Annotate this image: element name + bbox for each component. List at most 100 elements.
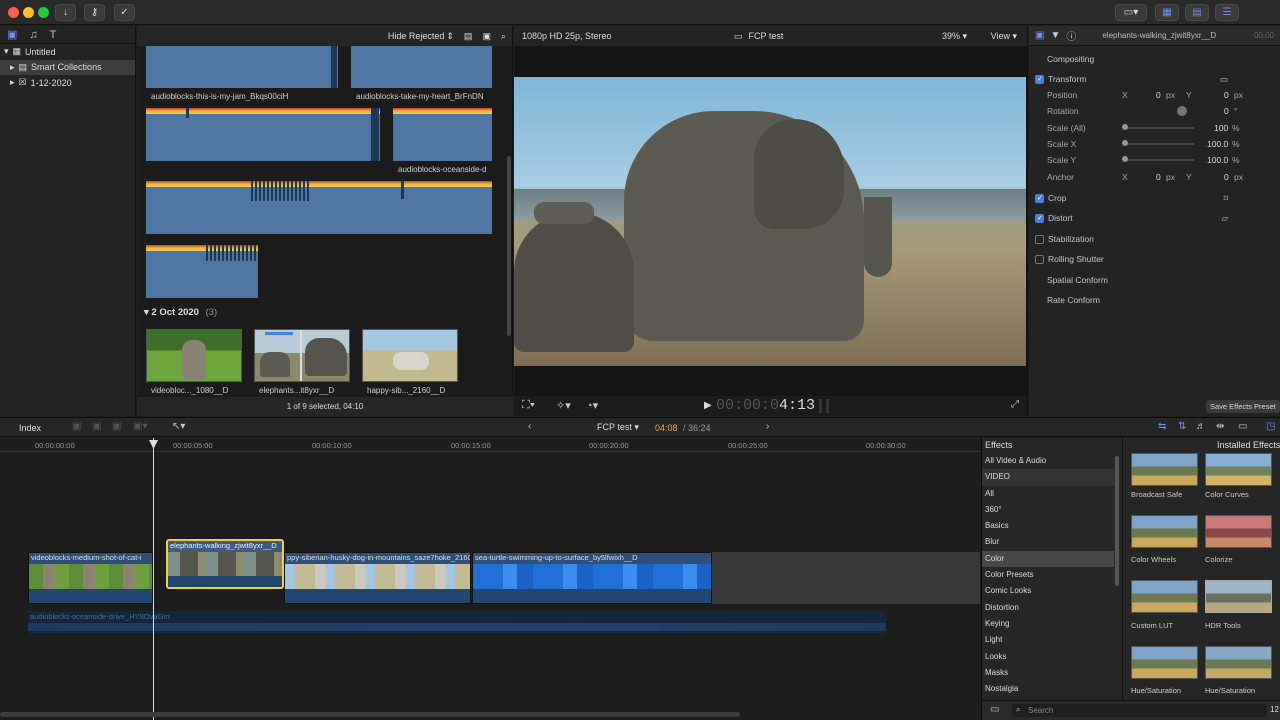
scale-all-value[interactable]: 100 [1214,123,1228,133]
effects-category[interactable]: All [982,486,1114,502]
video-clip-thumbnail[interactable] [362,329,458,382]
workspace-button[interactable]: ▭▾ [1115,4,1147,21]
effects-category-selected[interactable]: Color [982,550,1114,568]
disclosure-right-icon[interactable]: ▸ [10,77,15,88]
timeline-ruler[interactable]: 00:00:00:00 00:00:05:00 00:00:10:00 00:0… [0,438,980,452]
audio-clip-thumbnail[interactable] [146,245,271,298]
effect-tile[interactable] [1205,453,1272,486]
rolling-shutter-section[interactable]: Rolling Shutter [1029,251,1280,267]
effect-tile[interactable] [1131,646,1198,679]
effects-category[interactable]: 360° [982,502,1114,518]
timeline-clip[interactable]: ppy-siberian-husky-dog-in-mountains_saze… [284,552,471,604]
timeline-clip[interactable]: videoblocks-medium-shot-of-cat-i [28,552,153,604]
audio-clip-thumbnail[interactable] [393,108,492,161]
transform-checkbox[interactable] [1035,74,1044,84]
effects-category[interactable]: Looks [982,649,1114,665]
view-popup[interactable]: View ▾ [991,31,1017,42]
enhance-tool-icon[interactable]: ✧▾ [556,399,571,412]
clip-appearance-icon[interactable]: ▭ [1238,421,1247,432]
timeline-toggle-button[interactable]: ▤ [1185,4,1209,21]
audio-clip-thumbnail[interactable] [351,46,492,88]
video-clip-thumbnail[interactable] [146,329,242,382]
connect-clip-icon[interactable]: ▣ [72,421,81,432]
photos-audio-tab-icon[interactable]: ♫ [29,29,37,41]
titles-generators-tab-icon[interactable]: T [50,29,57,41]
audio-clip-thumbnail[interactable] [146,46,338,88]
distort-onscreen-icon[interactable]: ▱ [1221,213,1228,224]
effect-tile[interactable] [1131,515,1198,548]
disclosure-down-icon[interactable]: ▾ [4,46,9,57]
disclosure-right-icon[interactable]: ▸ [10,62,15,73]
insert-clip-icon[interactable]: ▣ [92,421,101,432]
rotation-dial[interactable] [1177,106,1187,116]
scale-x-value[interactable]: 100.0 [1207,139,1228,149]
audio-clip[interactable]: audioblocks-oceanside-drive_HY8OvaGm [28,611,886,633]
scale-x-slider[interactable] [1124,143,1194,145]
scale-x-slider-knob[interactable] [1122,140,1128,146]
viewer-video-frame[interactable] [514,77,1026,366]
library-item-event[interactable]: ▸ ☒ 1-12-2020 [0,75,135,91]
browser-toggle-button[interactable]: ▦ [1155,4,1179,21]
audio-clip-thumbnail[interactable] [146,108,380,161]
zoom-popup[interactable]: 39% ▾ [942,31,967,42]
effects-category[interactable]: Color Presets [982,567,1114,583]
select-tool-icon[interactable]: ↖▾ [172,421,185,432]
scale-y-value[interactable]: 100.0 [1207,155,1228,165]
rotation-value[interactable]: 0 [1224,106,1229,116]
effects-category[interactable]: Comic Looks [982,583,1114,599]
timeline-scrollbar[interactable] [0,712,740,717]
clip-skimming-icon[interactable]: ⇆ [1158,421,1166,432]
minimize-window-button[interactable] [23,7,34,18]
keyword-editor-button[interactable]: ⚷ [84,4,105,21]
audio-clip-thumbnail[interactable] [146,181,492,234]
zoom-window-button[interactable] [38,7,49,18]
effects-category[interactable]: Distortion [982,600,1114,616]
transform-tool-icon[interactable]: ⛶▾ [522,399,535,412]
history-forward-icon[interactable]: › [766,421,769,432]
search-icon[interactable]: ⌕ [501,31,506,42]
fullscreen-icon[interactable]: ⤢ [1011,399,1019,410]
append-clip-icon[interactable]: ▣ [112,421,121,432]
crop-section[interactable]: Crop ⌑ [1029,190,1280,206]
scale-y-slider-knob[interactable] [1122,156,1128,162]
date-group-header[interactable]: ▾ 2 Oct 2020 (3) [144,307,217,318]
video-clip-thumbnail[interactable] [254,329,350,382]
save-effects-preset-button[interactable]: Save Effects Preset [1206,400,1280,413]
effects-category[interactable]: Keying [982,616,1114,632]
sidebar-toggle-icon[interactable]: ▭ [990,704,999,715]
color-inspector-icon[interactable]: ▼ [1050,30,1060,41]
crop-checkbox[interactable] [1035,193,1044,203]
scale-all-slider[interactable] [1124,127,1194,129]
effects-category[interactable]: Nostalgia [982,681,1114,697]
effects-category[interactable]: All Video & Audio [982,453,1114,469]
effects-category[interactable]: Masks [982,665,1114,681]
distort-section[interactable]: Distort ▱ [1029,210,1280,226]
effect-tile[interactable] [1205,580,1272,613]
effects-browser-icon[interactable]: ◳ [1266,421,1275,432]
position-x-value[interactable]: 0 [1156,90,1161,100]
compositing-section[interactable]: Compositing [1029,51,1280,67]
snapping-icon[interactable]: ⇹ [1216,421,1224,432]
libraries-tab-icon[interactable]: ▣ [7,28,17,41]
browser-scrollbar[interactable] [507,156,511,336]
import-media-button[interactable]: ↓ [55,4,76,21]
solo-headphones-icon[interactable]: ♬ [1196,421,1206,432]
background-tasks-button[interactable]: ✓ [114,4,135,21]
effects-category[interactable]: Basics [982,518,1114,534]
timeline-clip[interactable]: sea-turtle-swimming-up-to-surface_by5lfw… [472,552,712,604]
library-item-smart-collections[interactable]: ▸ ▤ Smart Collections [0,59,135,75]
info-inspector-icon[interactable]: ⓘ [1066,28,1076,43]
installed-effects-popup[interactable]: Installed Effects [1217,440,1280,450]
timeline-gap[interactable] [712,552,980,604]
speed-tool-icon[interactable]: ◔▾ [586,399,598,412]
effect-tile[interactable] [1131,453,1198,486]
library-item-untitled[interactable]: ▾ ▦ Untitled [0,44,135,60]
position-y-value[interactable]: 0 [1224,90,1229,100]
rate-conform-section[interactable]: Rate Conform [1029,292,1280,308]
scale-all-slider-knob[interactable] [1122,124,1128,130]
audio-skimming-icon[interactable]: ⇅ [1178,421,1186,432]
effects-category-scrollbar[interactable] [1115,456,1119,586]
inspector-toggle-button[interactable]: ☰ [1215,4,1239,21]
stabilization-checkbox[interactable] [1035,234,1044,244]
effects-category[interactable]: VIDEO [982,469,1114,486]
